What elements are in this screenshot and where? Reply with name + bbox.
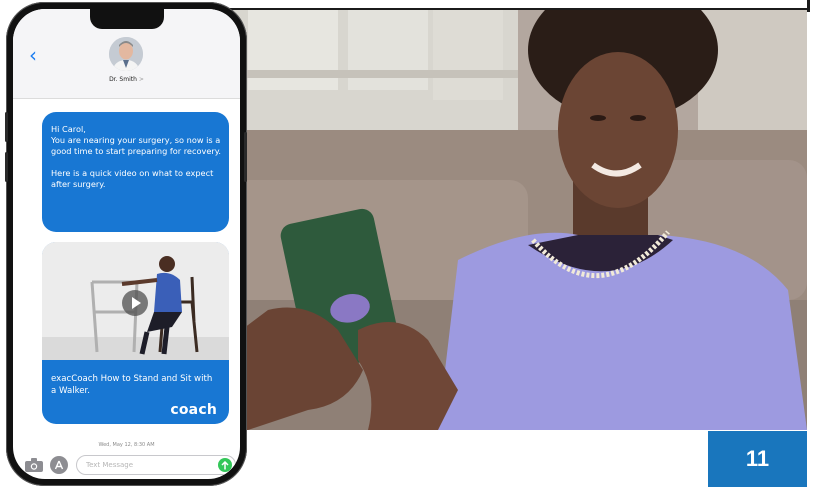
background-photo: [228, 10, 807, 430]
chevron-right-icon: >: [138, 76, 144, 83]
camera-icon[interactable]: [25, 458, 43, 472]
doctor-avatar-image: [109, 37, 143, 71]
woman-with-phone-illustration: [228, 10, 807, 430]
message-input-bar: [13, 453, 240, 479]
top-border-line: [228, 8, 807, 10]
message-bubble[interactable]: Hi Carol, You are nearing your surgery, …: [42, 112, 229, 232]
app-store-icon[interactable]: [50, 456, 68, 474]
message-line-video-intro: Here is a quick video on what to expect …: [51, 168, 214, 189]
message-line-greeting: Hi Carol,: [51, 124, 86, 134]
back-chevron-icon[interactable]: ‹: [29, 45, 37, 65]
camera-glyph: [25, 458, 43, 472]
send-arrow-icon[interactable]: [218, 458, 232, 472]
app-store-glyph: [54, 460, 64, 470]
video-message-bubble[interactable]: exacCoach How to Stand and Sit with a Wa…: [42, 242, 229, 424]
video-caption: exacCoach How to Stand and Sit with a Wa…: [51, 374, 213, 396]
volume-down-button: [5, 152, 8, 182]
send-arrow-glyph: [221, 460, 229, 469]
volume-up-button: [5, 112, 8, 142]
phone-notch: [90, 9, 164, 29]
text-message-field[interactable]: [76, 455, 236, 475]
contact-name-text: Dr. Smith: [109, 76, 137, 83]
contact-name[interactable]: Dr. Smith >: [13, 76, 240, 83]
right-border-line: [807, 0, 810, 12]
phone-screen: ‹ Dr. Smith > Hi Carol, You are nearing y…: [13, 9, 240, 479]
phone-device: ‹ Dr. Smith > Hi Carol, You are nearing y…: [5, 2, 247, 486]
coach-logo: coach: [170, 402, 217, 418]
power-button: [244, 132, 247, 182]
video-thumbnail[interactable]: [42, 242, 229, 360]
contact-avatar[interactable]: [109, 37, 143, 71]
page-number-badge: 11: [708, 431, 807, 487]
page-number: 11: [745, 446, 770, 471]
message-line-body: You are nearing your surgery, so now is …: [51, 135, 221, 156]
text-message-input[interactable]: [77, 456, 217, 474]
play-icon[interactable]: [122, 290, 148, 316]
message-timestamp: Wed, May 12, 8:30 AM: [98, 442, 155, 448]
